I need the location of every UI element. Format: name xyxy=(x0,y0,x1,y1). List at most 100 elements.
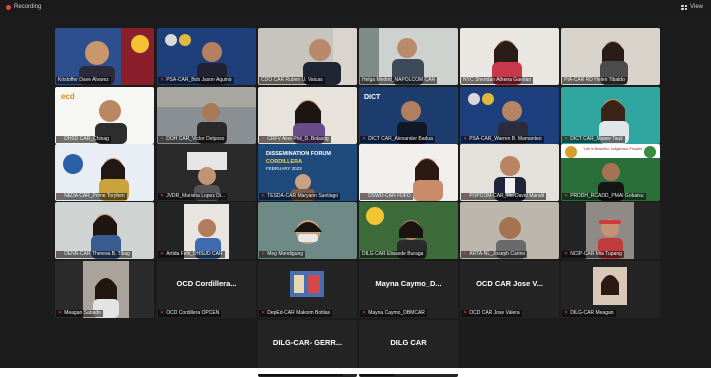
video-gallery: Kristoffer Dave Alvarez ✕ PSA-CAR_Bob Jas… xyxy=(0,14,711,377)
muted-mic-icon: ✕ xyxy=(463,251,468,257)
participant-name-label: ✕ PSA-CAR_Warren B. Mamanteo xyxy=(461,136,544,143)
participant-tile[interactable]: ✕ DILG-CAR Meagan xyxy=(561,261,660,318)
participant-tile[interactable]: ✕ NEDA CAR_Prime Toryben xyxy=(55,144,154,201)
participant-name-label: ✕ NCIP-CAR Mia Tupang xyxy=(562,251,624,258)
participant-display-name: DILG-CAR- GERR... xyxy=(272,338,343,347)
participant-name-label: ✕ DSWD-CAR FDFO xyxy=(360,193,413,200)
participant-tile[interactable]: ✕ CRFV Aine Phil_D. Bolastig xyxy=(258,87,357,144)
svg-text:DICT: DICT xyxy=(364,94,381,101)
participant-tile[interactable]: OCD Cordillera... ✕ OCD Cordillera OPCEN xyxy=(157,261,256,318)
muted-mic-icon: ✕ xyxy=(261,310,266,316)
participant-display-name: OCD CAR Jose V... xyxy=(476,279,543,288)
grid-view-icon xyxy=(681,4,688,10)
participant-tile[interactable]: ✕ Meg Mondigung xyxy=(258,202,357,259)
muted-mic-icon: ✕ xyxy=(58,251,63,257)
muted-mic-icon: ✕ xyxy=(261,136,266,142)
participant-name-label: Kristoffer Dave Alvarez xyxy=(56,77,111,84)
participant-name-label: ✕ NEDA CAR_Prime Toryben xyxy=(56,193,127,200)
banner-date: FEBRUARY 2023 xyxy=(266,166,302,171)
recording-indicator[interactable]: Recording xyxy=(6,2,41,12)
participant-tile[interactable]: ✕ DICT CAR_Maiwe Tauli xyxy=(561,87,660,144)
participant-name-label: ✕ Meg Mondigung xyxy=(259,251,306,258)
participant-display-name: Mayna Caymo_D... xyxy=(375,279,442,288)
muted-mic-icon: ✕ xyxy=(362,136,367,142)
muted-mic-icon: ✕ xyxy=(160,77,165,83)
participant-tile[interactable]: ✕ NCIP-CAR Mia Tupang xyxy=(561,202,660,259)
participant-name-label: CDO CAR Ruben U. Vaicas xyxy=(259,77,325,84)
participant-tile-active-speaker[interactable]: DILG CAR Elisasde Buraga xyxy=(359,202,458,259)
participant-tile[interactable]: Helga Medrid_NAPOLCOM CAR xyxy=(359,28,458,85)
bottom-margin xyxy=(0,368,711,374)
participant-tile[interactable]: ✕ PSA-CAR_Warren B. Mamanteo xyxy=(460,87,559,144)
participant-tile[interactable]: ✕ DSWD-CAR FDFO xyxy=(359,144,458,201)
view-label: View xyxy=(690,4,703,10)
participant-tile[interactable]: ✕ PSA-CAR_Bob Jason Aquino xyxy=(157,28,256,85)
participant-name-label: PIA-CAR RD Helen Tibaldo xyxy=(562,77,627,84)
participant-tile[interactable]: ✕ Meagan Sabado xyxy=(55,261,154,318)
participant-name-label: ✕ DepEd-CAR Makoim Botilas xyxy=(259,310,333,317)
participant-name-label: ✕ DHSD CAR_Chinag xyxy=(56,136,111,143)
participant-name-label: ✕ CRFV Aine Phil_D. Bolastig xyxy=(259,136,331,143)
muted-mic-icon: ✕ xyxy=(58,136,63,142)
muted-mic-icon: ✕ xyxy=(362,310,367,316)
participant-tile[interactable]: "Life is Beautiful, Indigenous Peoples" … xyxy=(561,144,660,201)
banner-subtitle: CORDILLERA xyxy=(266,159,302,165)
muted-mic-icon: ✕ xyxy=(463,193,468,199)
view-button[interactable]: View xyxy=(681,2,703,12)
participant-name-label: ✕ DILG-CAR Meagan xyxy=(562,310,616,317)
participant-name-label: Helga Medrid_NAPOLCOM CAR xyxy=(360,77,438,84)
muted-mic-icon: ✕ xyxy=(261,193,266,199)
participant-tile[interactable]: ✕ ARTA-NL_Joseph Carino xyxy=(460,202,559,259)
participant-tile[interactable]: DICT ✕ DICT CAR_Alexander Badua xyxy=(359,87,458,144)
muted-mic-icon: ✕ xyxy=(564,136,569,142)
participant-name-label: ✕ OCD Cordillera OPCEN xyxy=(158,310,222,317)
participant-name-label: NYC Sheridan Athena Gaerlan xyxy=(461,77,534,84)
muted-mic-icon: ✕ xyxy=(58,310,63,316)
participant-tile[interactable]: ✕ JVDR_Marisha Lopez Di... xyxy=(157,144,256,201)
muted-mic-icon: ✕ xyxy=(261,251,266,257)
participant-tile[interactable]: Mayna Caymo_D... ✕ Mayna Caymo_DBMCAR xyxy=(359,261,458,318)
participant-name-label: ✕ POPCOM-CAR_Ric David Maralit xyxy=(461,193,547,200)
participant-name-label: ✕ PRDDH_RCADD_PMAI Gobaisu xyxy=(562,193,646,200)
muted-mic-icon: ✕ xyxy=(463,136,468,142)
muted-mic-icon: ✕ xyxy=(463,310,468,316)
muted-mic-icon: ✕ xyxy=(160,136,165,142)
muted-mic-icon: ✕ xyxy=(362,193,367,199)
muted-mic-icon: ✕ xyxy=(160,310,165,316)
muted-mic-icon: ✕ xyxy=(160,251,165,257)
muted-mic-icon: ✕ xyxy=(564,310,569,316)
participant-tile[interactable]: ✕ DOH CAR_Victor Delposo xyxy=(157,87,256,144)
participant-tile[interactable]: ✕ POPCOM-CAR_Ric David Maralit xyxy=(460,144,559,201)
participant-name-label: ✕ DICT CAR_Maiwe Tauli xyxy=(562,136,625,143)
participant-name-label: ✕ OCD CAR Jose Valera xyxy=(461,310,522,317)
participant-tile[interactable]: CDO CAR Ruben U. Vaicas xyxy=(258,28,357,85)
meeting-top-bar: Recording View xyxy=(0,0,711,14)
participant-name-label: ✕ DENR-CAR Theresa B. Tibag xyxy=(56,251,132,258)
participant-tile[interactable]: NYC Sheridan Athena Gaerlan xyxy=(460,28,559,85)
participant-name-label: ✕ ARTA-NL_Joseph Carino xyxy=(461,251,528,258)
participant-name-label: ✕ Meagan Sabado xyxy=(56,310,103,317)
participant-name-label: ✕ DOH CAR_Victor Delposo xyxy=(158,136,227,143)
participant-tile[interactable]: DISSEMINATION FORUM CORDILLERA FEBRUARY … xyxy=(258,144,357,201)
muted-mic-icon: ✕ xyxy=(564,193,569,199)
banner-caption: "Life is Beautiful, Indigenous Peoples" xyxy=(583,147,644,151)
participant-tile[interactable]: ✕ DepEd-CAR Makoim Botilas xyxy=(258,261,357,318)
participant-tile[interactable]: Kristoffer Dave Alvarez xyxy=(55,28,154,85)
participant-name-label: ✕ JVDR_Marisha Lopez Di... xyxy=(158,193,228,200)
recording-label: Recording xyxy=(14,4,42,10)
participant-name-label: ✕ DICT CAR_Alexander Badua xyxy=(360,136,435,143)
participant-tile[interactable]: OCD CAR Jose V... ✕ OCD CAR Jose Valera xyxy=(460,261,559,318)
participant-tile[interactable]: PIA-CAR RD Helen Tibaldo xyxy=(561,28,660,85)
participant-tile[interactable]: ✕ DENR-CAR Theresa B. Tibag xyxy=(55,202,154,259)
participant-tile[interactable]: ecd ✕ DHSD CAR_Chinag xyxy=(55,87,154,144)
record-dot-icon xyxy=(6,4,11,10)
participant-name-label: ✕ PSA-CAR_Bob Jason Aquino xyxy=(158,77,234,84)
participant-display-name: OCD Cordillera... xyxy=(176,279,237,288)
svg-text:ecd: ecd xyxy=(61,92,75,101)
muted-mic-icon: ✕ xyxy=(58,193,63,199)
muted-mic-icon: ✕ xyxy=(564,251,569,257)
participant-tile[interactable]: ✕ Artida Felti_DHSUD CAR xyxy=(157,202,256,259)
participant-name-label: ✕ Mayna Caymo_DBMCAR xyxy=(360,310,427,317)
participant-display-name: DILG CAR xyxy=(390,338,427,347)
banner-title: DISSEMINATION FORUM xyxy=(266,151,331,157)
